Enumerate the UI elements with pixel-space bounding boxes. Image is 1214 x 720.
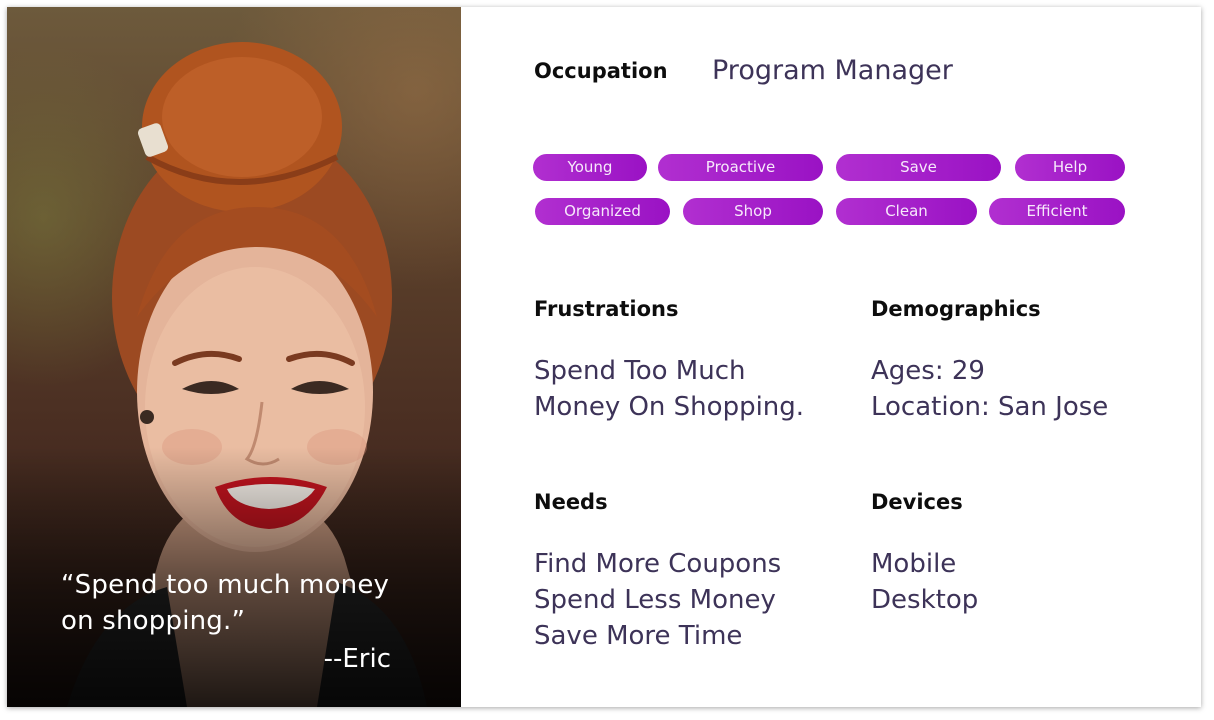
device-desktop: Desktop [871, 585, 979, 615]
devices-label: Devices [871, 490, 963, 514]
tag-help: Help [1015, 154, 1125, 181]
tag-save: Save [836, 154, 1001, 181]
needs-line: Save More Time [534, 621, 743, 651]
occupation-value: Program Manager [712, 55, 953, 86]
persona-info: Occupation Program Manager Young Proacti… [461, 7, 1201, 707]
frustrations-label: Frustrations [534, 297, 679, 321]
needs-line: Spend Less Money [534, 585, 776, 615]
frustrations-line: Money On Shopping. [534, 392, 805, 422]
tag-efficient: Efficient [989, 198, 1125, 225]
tag-clean: Clean [836, 198, 977, 225]
demographics-location: Location: San Jose [871, 392, 1109, 422]
demographics-age: Ages: 29 [871, 356, 985, 386]
needs-label: Needs [534, 490, 608, 514]
demographics-value: Ages: 29 Location: San Jose [871, 353, 1108, 425]
tag-young: Young [533, 154, 647, 181]
needs-line: Find More Coupons [534, 549, 782, 579]
tag-shop: Shop [683, 198, 823, 225]
devices-value: Mobile Desktop [871, 546, 978, 618]
occupation-label: Occupation [534, 59, 668, 83]
tag-organized: Organized [535, 198, 670, 225]
persona-photo: “Spend too much money on shopping.” --Er… [7, 7, 461, 707]
device-mobile: Mobile [871, 549, 957, 579]
frustrations-line: Spend Too Much [534, 356, 746, 386]
demographics-label: Demographics [871, 297, 1041, 321]
needs-value: Find More Coupons Spend Less Money Save … [534, 546, 781, 654]
frustrations-value: Spend Too Much Money On Shopping. [534, 353, 804, 425]
tag-proactive: Proactive [658, 154, 823, 181]
persona-card: “Spend too much money on shopping.” --Er… [7, 7, 1201, 707]
persona-quote: “Spend too much money on shopping.” [61, 570, 390, 636]
persona-author: --Eric [323, 644, 391, 674]
